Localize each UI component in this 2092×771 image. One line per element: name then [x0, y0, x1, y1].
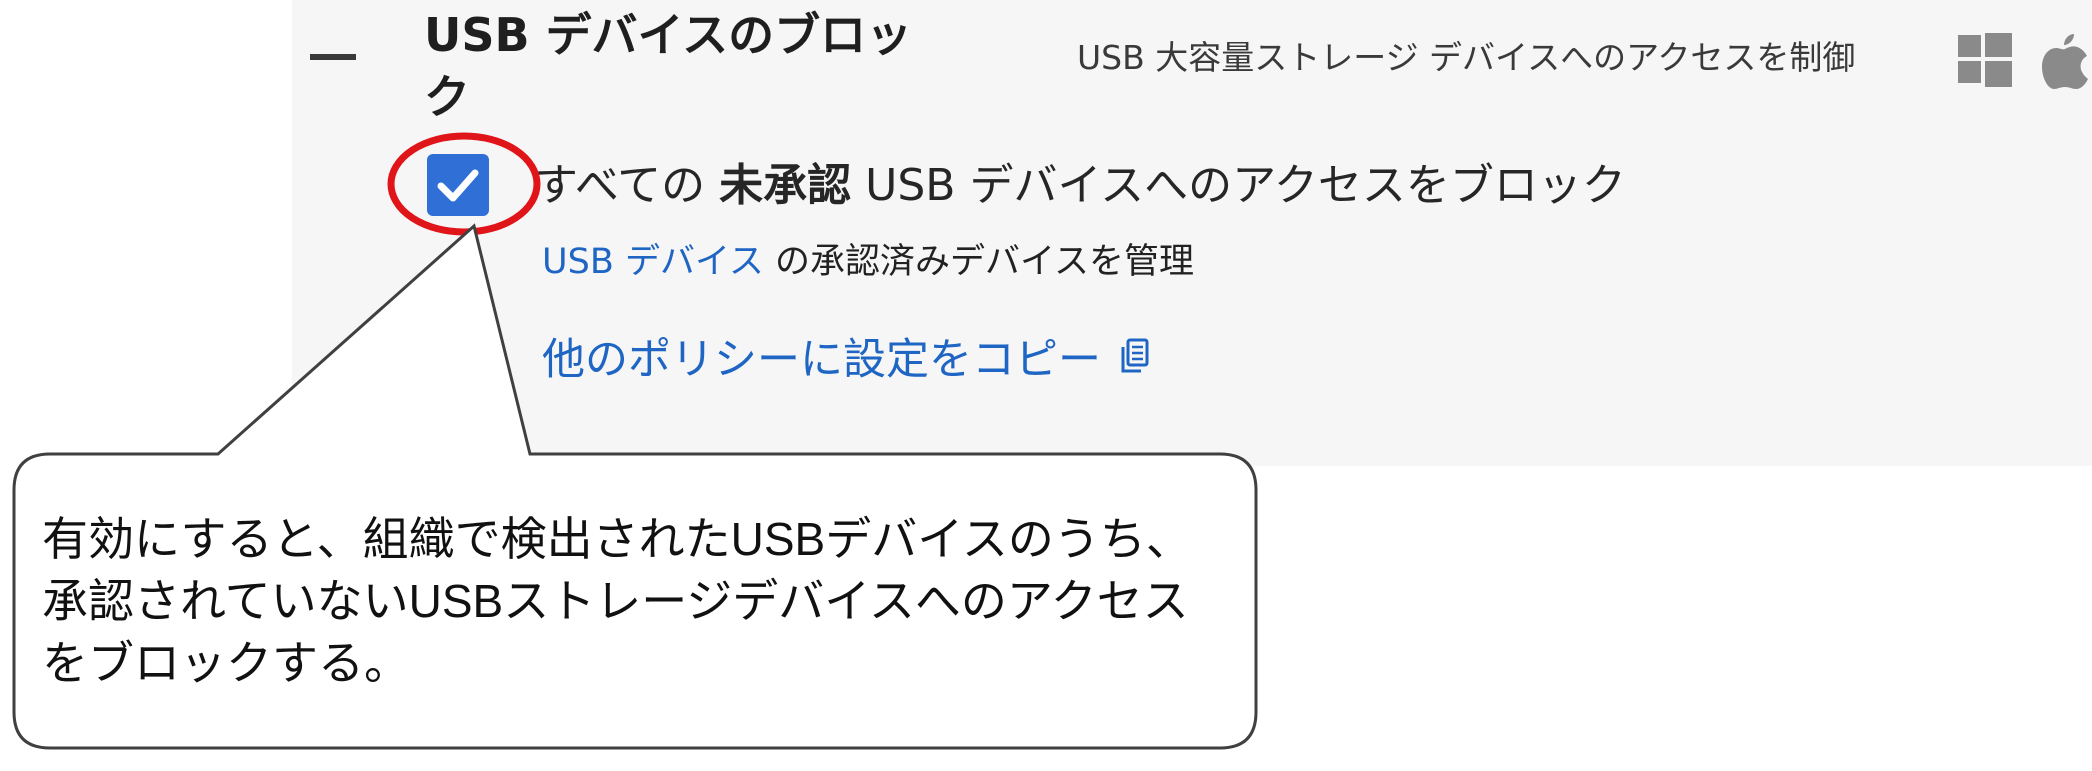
callout-line-1: 有効にすると、組織で検出されたUSBデバイスのうち、	[42, 513, 1192, 565]
callout-line-3: をブロックする。	[42, 637, 410, 689]
callout-line-2: 承認されていないUSBストレージデバイスへのアクセス	[42, 575, 1189, 627]
callout-text: 有効にすると、組織で検出されたUSBデバイスのうち、 承認されていないUSBスト…	[42, 508, 1242, 694]
highlight-circle	[387, 132, 541, 236]
